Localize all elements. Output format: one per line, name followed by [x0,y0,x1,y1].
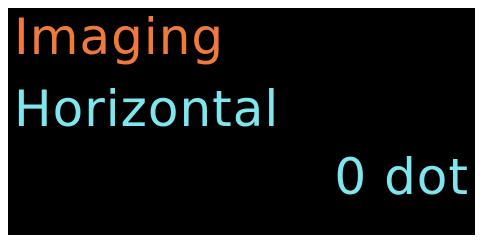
setting-label: Horizontal [14,80,280,138]
setting-value[interactable]: 0 dot [334,152,469,202]
menu-title: Imaging [14,8,225,66]
display-screen: Imaging Horizontal 0 dot [8,8,475,235]
